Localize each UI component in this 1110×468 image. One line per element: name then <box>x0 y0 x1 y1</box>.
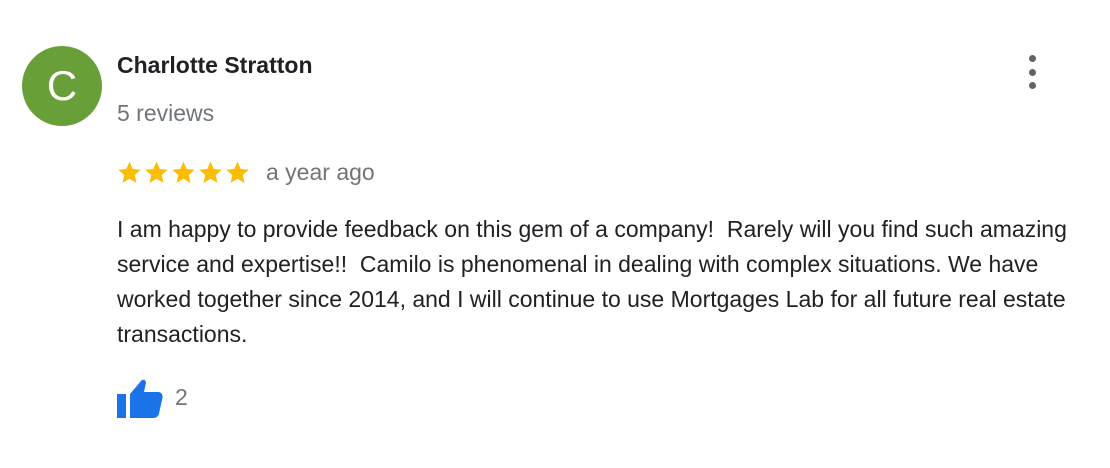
avatar-letter: C <box>46 62 78 109</box>
star-icon <box>118 161 141 183</box>
star-icon <box>145 161 168 183</box>
thumbs-up-icon <box>117 379 163 418</box>
star-rating <box>117 160 250 185</box>
star-icon <box>226 161 249 183</box>
author-name[interactable]: Charlotte Stratton <box>117 52 313 79</box>
more-vert-icon <box>1028 55 1036 62</box>
like-count: 2 <box>175 383 188 410</box>
author-review-count[interactable]: 5 reviews <box>117 100 214 127</box>
more-vert-icon-dot <box>1028 82 1036 89</box>
star-icon <box>172 161 195 183</box>
more-options-button[interactable] <box>1016 52 1048 92</box>
like-button[interactable]: 2 <box>117 376 188 418</box>
star-icon <box>199 161 222 183</box>
review-text: I am happy to provide feedback on this g… <box>117 216 1074 347</box>
rating-row: a year ago <box>117 157 375 187</box>
more-vert-icon-dot <box>1028 68 1036 76</box>
review-time: a year ago <box>266 158 375 185</box>
avatar[interactable]: C <box>22 46 102 126</box>
